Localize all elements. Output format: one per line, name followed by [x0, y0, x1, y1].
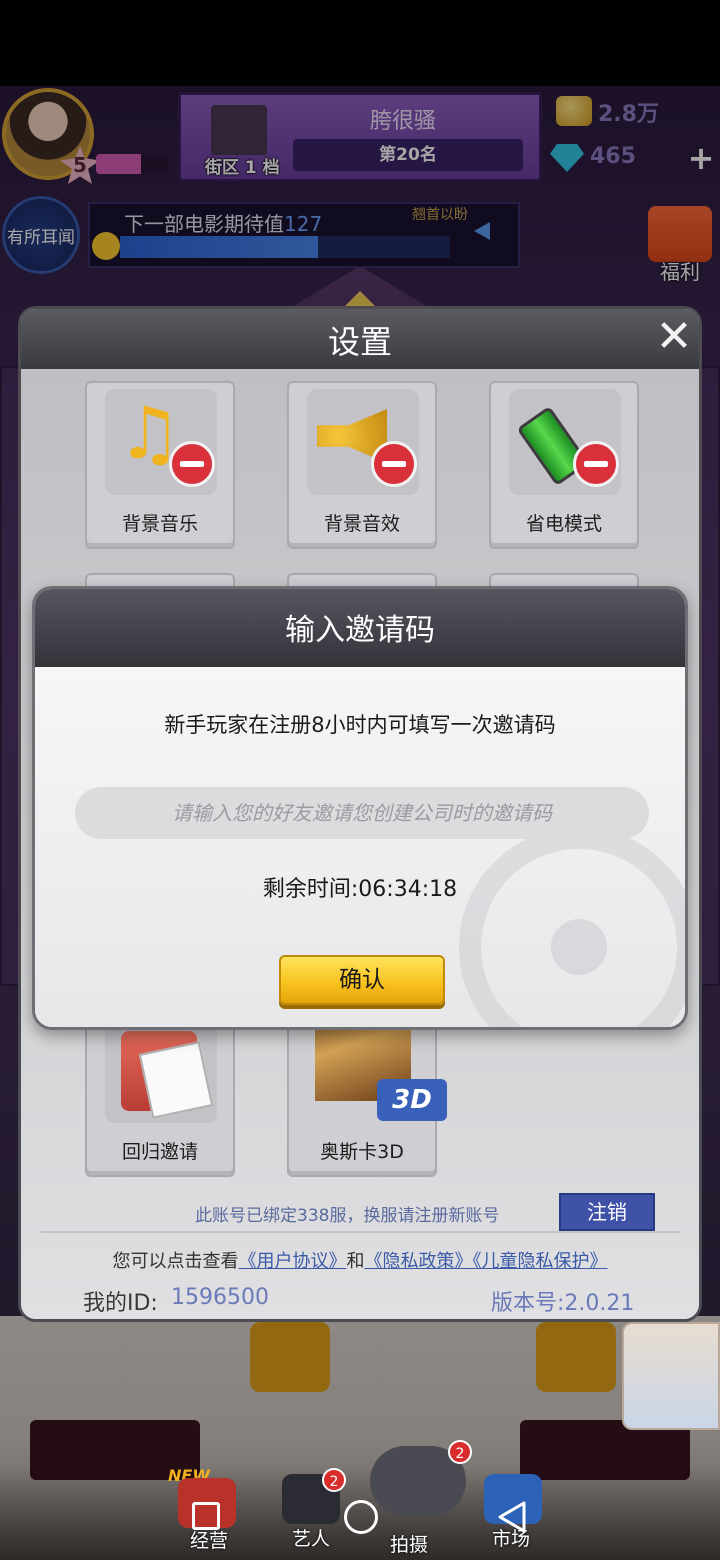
settings-header: 设置 ✕ — [21, 309, 699, 369]
my-id-value: 1596500 — [171, 1285, 269, 1310]
assistant-character[interactable] — [622, 1322, 720, 1430]
legal-prefix: 您可以点击查看 — [112, 1251, 239, 1272]
confirm-button[interactable]: 确认 — [279, 955, 445, 1005]
legal-line: 您可以点击查看《用户协议》和《隐私政策》《儿童隐私保护》 — [21, 1247, 699, 1273]
disabled-icon — [573, 441, 619, 487]
nav-artists[interactable]: 艺人 — [292, 1524, 330, 1551]
user-agreement-link[interactable]: 《用户协议》 — [239, 1251, 347, 1272]
tile-label: 省电模式 — [525, 513, 602, 535]
disabled-icon — [371, 441, 417, 487]
privacy-policy-link[interactable]: 《隐私政策》 — [365, 1251, 473, 1272]
invite-code-modal: 输入邀请码 新手玩家在注册8小时内可填写一次邀请码 剩余时间:06:34:18 … — [32, 586, 688, 1030]
close-icon[interactable]: ✕ — [653, 315, 695, 359]
back-icon[interactable] — [496, 1500, 528, 1534]
music-note-icon: ♫ — [105, 389, 217, 495]
my-id-label: 我的ID: — [83, 1291, 158, 1316]
nav-manage[interactable]: 经营 — [190, 1526, 228, 1553]
calendar-glyph — [138, 1041, 214, 1119]
tile-label: 背景音效 — [323, 513, 400, 535]
sound-effect-icon — [307, 389, 419, 495]
countdown-timer: 剩余时间:06:34:18 — [262, 877, 458, 902]
tile-sound-effects[interactable]: 背景音效 — [287, 381, 437, 549]
invite-code-input[interactable] — [75, 787, 649, 839]
legal-and: 和 — [346, 1251, 365, 1272]
home-icon[interactable] — [344, 1500, 378, 1534]
modal-description: 新手玩家在注册8小时内可填写一次邀请码 — [164, 713, 556, 737]
tile-power-saving[interactable]: 省电模式 — [489, 381, 639, 549]
tile-label: 回归邀请 — [121, 1141, 198, 1163]
tile-bg-music[interactable]: ♫ 背景音乐 — [85, 381, 235, 549]
account-bind-note: 此账号已绑定338服，换服请注册新账号 — [195, 1206, 500, 1226]
artist-badge: 2 — [322, 1468, 346, 1492]
settings-title: 设置 — [327, 323, 392, 361]
child-privacy-link[interactable]: 《儿童隐私保护》 — [473, 1251, 608, 1272]
modal-header: 输入邀请码 — [35, 589, 685, 667]
nav-shoot[interactable]: 拍摄 — [390, 1530, 428, 1557]
modal-title: 输入邀请码 — [285, 613, 435, 648]
invite-gift-icon — [105, 1017, 217, 1123]
tile-label: 奥斯卡3D — [320, 1141, 404, 1163]
film-reel-icon — [459, 827, 685, 1027]
disabled-icon — [169, 441, 215, 487]
logout-button[interactable]: 注销 — [559, 1193, 655, 1231]
modal-body: 新手玩家在注册8小时内可填写一次邀请码 剩余时间:06:34:18 确认 — [35, 667, 685, 1027]
recent-apps-icon[interactable] — [192, 1502, 220, 1530]
battery-icon — [509, 389, 621, 495]
status-bar — [0, 0, 720, 86]
version-text: 版本号:2.0.21 — [491, 1291, 635, 1316]
shoot-badge: 2 — [448, 1440, 472, 1464]
3d-badge: 3D — [377, 1079, 447, 1121]
tile-label: 背景音乐 — [121, 513, 198, 535]
tile-return-invite[interactable]: 回归邀请 — [85, 1009, 235, 1177]
tile-oscar-3d[interactable]: 3D 奥斯卡3D — [287, 1005, 447, 1177]
divider — [41, 1231, 681, 1233]
